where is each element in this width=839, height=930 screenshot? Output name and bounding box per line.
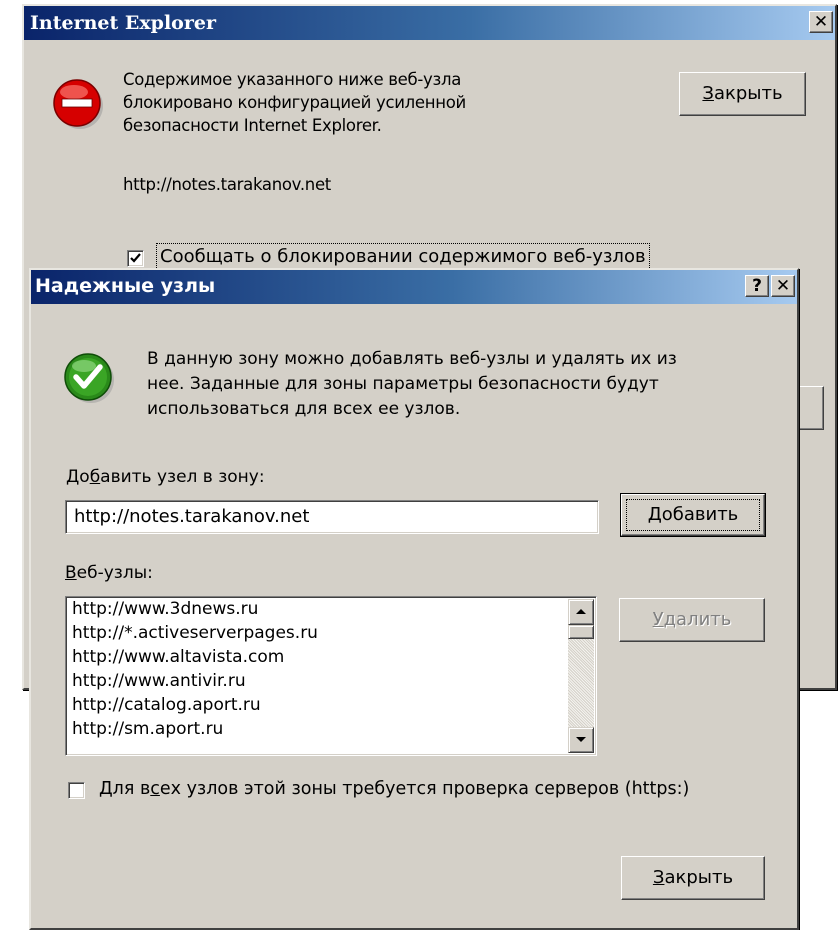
list-item[interactable]: http://sm.aport.ru (72, 719, 223, 739)
report-blocked-checkbox[interactable] (127, 250, 144, 267)
zone-info-line: В данную зону можно добавлять веб-узлы и… (147, 349, 677, 369)
add-site-label: Добавить узел в зону: (66, 467, 265, 487)
ie-close-button-label: акрыть (713, 83, 783, 104)
blocked-url: http://notes.tarakanov.net (123, 175, 331, 194)
green-check-icon (63, 352, 115, 404)
arrow-down-icon (576, 737, 586, 742)
help-button[interactable]: ? (745, 275, 769, 297)
ie-dialog-titlebar[interactable]: Internet Explorer ✕ (24, 6, 835, 40)
require-https-checkbox[interactable] (68, 782, 85, 799)
add-site-label-rest: авить узел в зону: (100, 467, 265, 487)
sites-label-accel: В (65, 563, 77, 583)
zone-info-line: нее. Заданные для зоны параметры безопас… (147, 374, 659, 394)
sites-label-rest: еб-узлы: (76, 563, 153, 583)
ie-close-button-accel: З (702, 83, 714, 104)
require-https-label-rest: ех узлов этой зоны требуется проверка се… (159, 779, 690, 799)
arrow-up-icon (576, 609, 586, 614)
trusted-dialog-close-button[interactable]: ✕ (771, 275, 795, 297)
list-item[interactable]: http://*.activeserverpages.ru (72, 623, 318, 643)
sites-label: Веб-узлы: (65, 563, 153, 583)
require-https-label[interactable]: Для всех узлов этой зоны требуется прове… (99, 779, 689, 799)
require-https-label-accel: с (150, 779, 160, 799)
scroll-down-button[interactable] (568, 727, 594, 753)
ie-message-line: блокировано конфигурацией усиленной (123, 93, 466, 112)
trusted-dialog-titlebar[interactable]: Надежные узлы ? ✕ (31, 270, 797, 304)
add-site-label-accel: б (89, 467, 101, 487)
ie-message-line: безопасности Internet Explorer. (123, 116, 382, 135)
ie-message-line: Содержимое указанного ниже веб-узла (123, 70, 462, 89)
remove-site-button-label: далить (663, 609, 732, 630)
zone-info-line: использоваться для всех ее узлов. (147, 399, 461, 419)
ie-dialog-close-button[interactable]: ✕ (809, 11, 833, 33)
remove-site-button-accel: У (652, 609, 664, 630)
trusted-close-button-accel: З (652, 867, 665, 888)
trusted-close-button[interactable]: Закрыть (621, 856, 765, 900)
trusted-close-button-label: акрыть (664, 867, 734, 888)
add-site-label-pre: До (66, 467, 90, 487)
sites-listbox[interactable]: http://www.3dnews.ru http://*.activeserv… (65, 596, 597, 756)
require-https-label-pre: Для в (99, 779, 151, 799)
list-item[interactable]: http://www.3dnews.ru (72, 599, 258, 619)
trusted-sites-dialog: Надежные узлы ? ✕ В данную зону можно до… (29, 268, 799, 930)
list-item[interactable]: http://www.altavista.com (72, 647, 284, 667)
scroll-thumb[interactable] (568, 625, 594, 639)
list-item[interactable]: http://catalog.aport.ru (72, 695, 261, 715)
ie-dialog-title: Internet Explorer (30, 12, 216, 34)
stop-icon (52, 78, 104, 130)
trusted-dialog-title: Надежные узлы (35, 275, 216, 297)
ie-close-button[interactable]: Закрыть (679, 72, 806, 116)
remove-site-button[interactable]: Удалить (619, 598, 765, 642)
add-site-input[interactable]: http://notes.tarakanov.net (65, 500, 599, 534)
add-site-input-value: http://notes.tarakanov.net (74, 506, 310, 527)
report-blocked-label[interactable]: Сообщать о блокировании содержимого веб-… (156, 243, 650, 270)
list-item[interactable]: http://www.antivir.ru (72, 671, 246, 691)
scroll-up-button[interactable] (568, 599, 594, 625)
add-site-button[interactable]: Добавить (620, 493, 766, 537)
checkmark-icon (130, 253, 141, 263)
